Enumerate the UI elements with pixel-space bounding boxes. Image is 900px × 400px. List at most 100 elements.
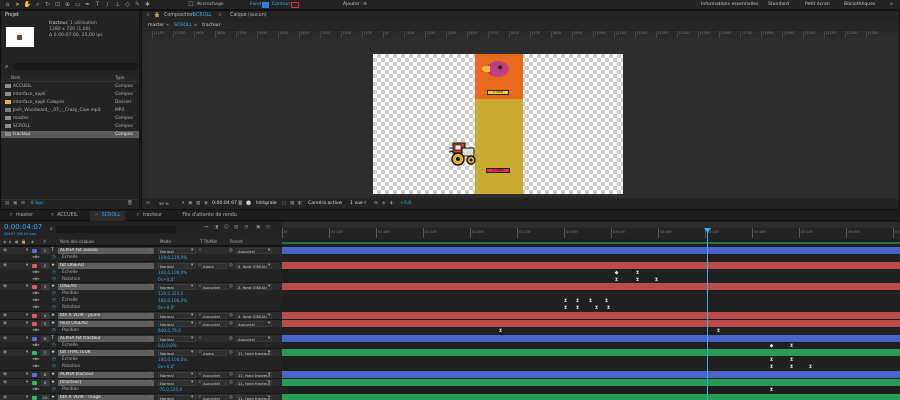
mask-visibility-icon[interactable]: ◧ <box>298 201 302 207</box>
timeline-current-time[interactable]: 0:00:04:07 <box>4 223 42 231</box>
layer-row[interactable]: ◉ ▾ 4 ★ btn À VOIR - jaune ⁄ Normal ▾ ⊘ Aucun(e) ◎… <box>0 310 282 319</box>
label-color-swatch[interactable] <box>32 336 37 341</box>
draft-3d-icon[interactable]: ◨ <box>214 225 218 231</box>
trkmat-select[interactable]: Aucun(e) <box>201 394 227 400</box>
clone-tool-icon[interactable]: ⊥ <box>113 1 122 9</box>
keyframe-icon[interactable]: ⧗ <box>789 358 794 363</box>
viewer-tab-name[interactable]: SCROLL <box>193 12 212 19</box>
keyframe-icon[interactable]: ⧗ <box>635 277 640 283</box>
keyframe-icon[interactable]: ⧗ <box>563 306 568 311</box>
workspace-standard[interactable]: Standard <box>768 2 789 7</box>
label-color-swatch[interactable] <box>32 249 37 253</box>
camera-select[interactable]: Caméra active <box>308 201 341 207</box>
label-color-swatch[interactable] <box>32 395 37 400</box>
rectangle-tool-icon[interactable]: ▭ <box>73 1 82 9</box>
label-header-icon[interactable]: ◆ <box>31 239 34 245</box>
timeline-search-icon[interactable]: ⌕ <box>50 226 53 232</box>
rotate-tool-icon[interactable]: ↻ <box>43 1 52 9</box>
layer-row[interactable]: ◉ ▾ 10 ★ btn À VOIR - rouge ⁄ Normal ▾ ⊘ Aucun(e)… <box>0 392 282 400</box>
composition-canvas-area[interactable]: À VOIR À VOIR <box>148 38 899 198</box>
layer-duration-bar[interactable] <box>282 319 900 327</box>
graph-editor-icon[interactable]: ▣ <box>256 225 260 231</box>
mode-chevron-icon[interactable]: ▾ <box>191 394 193 400</box>
label-color-swatch[interactable] <box>32 285 37 290</box>
new-composition-icon[interactable]: ⊞ <box>21 201 25 207</box>
camera-icon[interactable]: ◙ <box>238 201 242 207</box>
workspace-small-screen[interactable]: Petit écran <box>805 2 830 7</box>
channel-icon[interactable]: ⊞ <box>374 201 378 207</box>
tab-project[interactable]: Projet <box>5 12 19 19</box>
project-item[interactable]: interface_appli Calques Dossier <box>1 99 139 106</box>
keyframe-icon[interactable]: ⧗ <box>769 358 774 363</box>
color-channel-icon[interactable]: ⬤ <box>246 201 251 207</box>
layer-name[interactable]: btn À VOIR - rouge <box>58 394 154 400</box>
keyframe-icon[interactable]: ⧗ <box>563 299 568 304</box>
pan-behind-tool-icon[interactable]: ⊕ <box>63 1 72 9</box>
comp-flowchart-icon[interactable]: ⊶ <box>204 225 209 231</box>
switches-icon[interactable]: ⁄ <box>150 394 151 400</box>
trkmat-header[interactable]: T TrkMat <box>200 239 217 245</box>
exposure-value[interactable]: +0,0 <box>400 201 411 207</box>
selection-tool-icon[interactable]: ➤ <box>13 1 22 9</box>
close-tab-icon[interactable]: × <box>9 213 13 218</box>
keyframe-icon[interactable]: ⧗ <box>594 306 599 311</box>
tractor-icon[interactable] <box>448 140 477 166</box>
video-toggle-header-icon[interactable]: ◉ <box>3 239 7 245</box>
playhead[interactable] <box>707 228 708 400</box>
layer-duration-bar[interactable] <box>282 247 900 254</box>
workspace-essentials[interactable]: Informations essentielles <box>701 2 758 7</box>
lock-header-icon[interactable]: 🔒 <box>21 239 26 245</box>
timeline-tab-scroll[interactable]: × SCROLL <box>89 211 126 221</box>
eraser-tool-icon[interactable]: ◇ <box>123 1 132 9</box>
breadcrumb-tracteur[interactable]: tracteur <box>202 23 220 29</box>
breadcrumb-master[interactable]: master <box>148 23 164 29</box>
project-search-input[interactable] <box>13 63 138 70</box>
timeline-tab-tracteur[interactable]: × tracteur <box>131 211 167 221</box>
project-item[interactable]: SCROLL Compos <box>1 123 139 130</box>
keyframe-icon[interactable]: ⧗ <box>654 277 659 283</box>
render-queue-tab[interactable]: File d'attente de rendu <box>182 211 236 221</box>
keyframe-icon[interactable]: ⧗ <box>769 365 774 370</box>
viewer-menu-icon[interactable]: ≡ <box>146 12 150 19</box>
col-name[interactable]: Nom <box>11 75 20 81</box>
keyframe-icon[interactable]: ⧗ <box>716 328 721 334</box>
motion-blur-icon[interactable]: ◔ <box>244 225 248 231</box>
camera-tool-icon[interactable]: ⊡ <box>53 1 62 9</box>
zoom-select[interactable]: 50 % <box>158 201 182 207</box>
region-of-interest-icon[interactable]: ▢ <box>282 201 286 207</box>
project-item[interactable]: tracteur Compos <box>1 131 139 138</box>
home-icon[interactable]: ⌂ <box>3 1 12 9</box>
keyframe-icon[interactable]: ⧗ <box>606 306 611 311</box>
layer-row[interactable]: ◉ ▾ 2 ★ txt OISEAU ⁄ Normal ▾ ⊘ Alpha ◎ 5. fond OIS… <box>0 260 282 269</box>
solo-header-icon[interactable]: ● <box>15 239 19 245</box>
layer-duration-bar[interactable] <box>282 311 900 319</box>
layer-name-header[interactable]: Nom des calques <box>60 239 94 245</box>
keyframe-icon[interactable]: ⧗ <box>789 343 794 349</box>
timeline-time-ruler[interactable]: 0f 00:15f 01:00f 01:15f 02:00f 02:15f 03:00f 03… <box>282 228 900 238</box>
resolution-select[interactable]: Intégrale <box>256 201 277 207</box>
viewer-tab-menu-icon[interactable]: ≡ <box>218 12 222 19</box>
label-color-swatch[interactable] <box>32 351 37 356</box>
zoom-chevron-icon[interactable]: ▾ <box>182 201 184 207</box>
keyframe-icon[interactable]: ⧗ <box>575 306 580 311</box>
stroke-swatch[interactable] <box>291 2 299 8</box>
hand-tool-icon[interactable]: ✋ <box>23 1 32 9</box>
bit-depth-label[interactable]: 8 bpc <box>31 201 44 207</box>
keyframe-icon[interactable]: ⧗ <box>575 299 580 304</box>
layer-duration-bar[interactable] <box>282 261 900 269</box>
viewer-time[interactable]: 0:00:04:07 <box>212 201 237 207</box>
zoom-tool-icon[interactable]: ⌕ <box>33 1 42 9</box>
audio-toggle-header-icon[interactable]: ◖ <box>9 239 11 245</box>
label-color-swatch[interactable] <box>32 321 37 326</box>
layer-row[interactable]: ◉ ▾ 6 T ALPHA txt tracteur ⁄ Normal ▾ ⊘ ◎ Aucun(e)… <box>0 333 282 342</box>
type-tool-icon[interactable]: T <box>93 1 102 9</box>
tractor-see-button[interactable]: À VOIR <box>486 168 510 173</box>
layer-duration-bar[interactable] <box>282 334 900 342</box>
snapshot-icon[interactable]: ◉ <box>204 201 208 207</box>
layer-row[interactable]: ◉ ▾ 9 ★ [tracteur] ⁄ Normal ▾ ⊘ Aucun(e) ◎ 11. fond… <box>0 378 282 386</box>
label-color-swatch[interactable] <box>32 313 37 318</box>
composition-frame[interactable]: À VOIR À VOIR <box>373 54 623 194</box>
views-select[interactable]: 1 vue <box>350 201 363 207</box>
pen-tool-icon[interactable]: ✒ <box>83 1 92 9</box>
layer-row[interactable]: ◉ ▾ 3 ★ OISEAU ⁄ Normal ▾ ⊘ Aucun(e) ◎ 5. fond OISE… <box>0 282 282 291</box>
